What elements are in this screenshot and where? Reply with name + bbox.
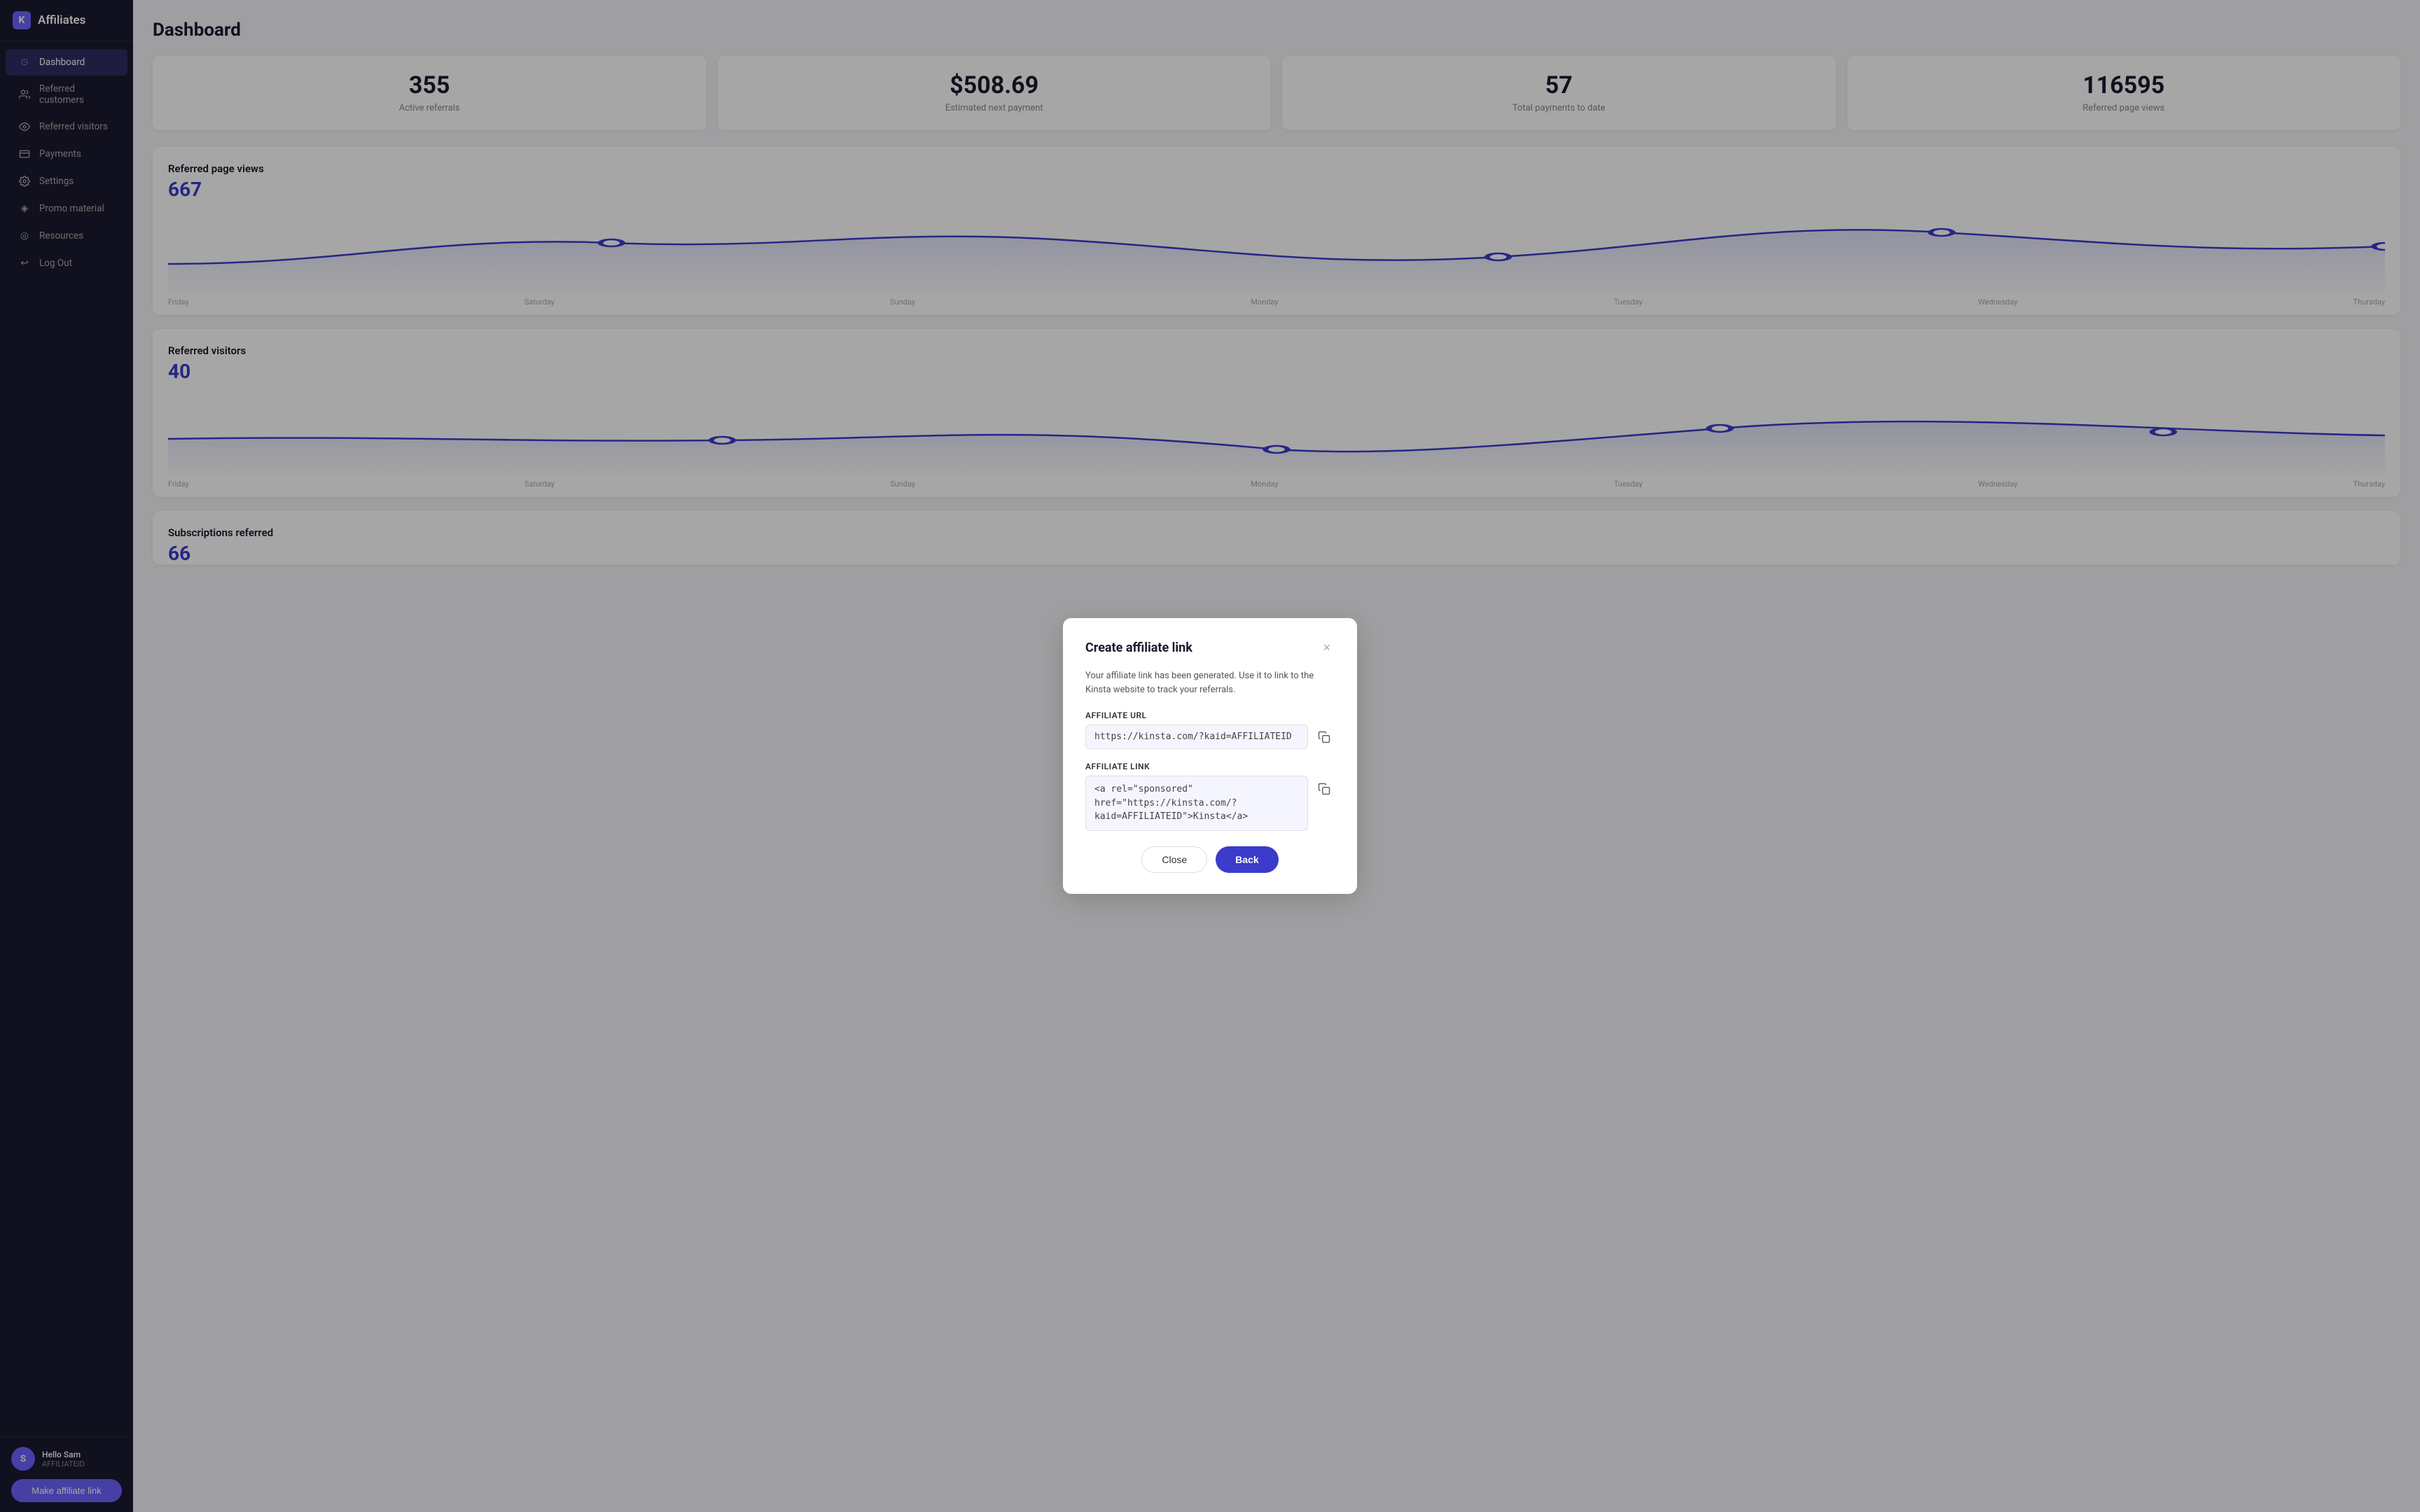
modal: Create affiliate link × Your affiliate l…	[1063, 618, 1357, 894]
modal-description: Your affiliate link has been generated. …	[1085, 669, 1335, 696]
link-field-group: Affiliate link <a rel="sponsored" href="…	[1085, 762, 1335, 831]
modal-title: Create affiliate link	[1085, 640, 1192, 655]
modal-close-button[interactable]: ×	[1319, 639, 1335, 657]
back-button[interactable]: Back	[1216, 846, 1278, 873]
url-input-row	[1085, 724, 1335, 749]
affiliate-url-input[interactable]	[1085, 724, 1308, 749]
modal-footer: Close Back	[1085, 846, 1335, 873]
url-field-group: Affiliate URL	[1085, 710, 1335, 749]
copy-url-button[interactable]	[1314, 727, 1335, 748]
url-field-label: Affiliate URL	[1085, 710, 1335, 720]
link-input-row: <a rel="sponsored" href="https://kinsta.…	[1085, 776, 1335, 831]
modal-overlay[interactable]: Create affiliate link × Your affiliate l…	[0, 0, 2420, 1512]
copy-link-button[interactable]	[1314, 778, 1335, 799]
modal-header: Create affiliate link ×	[1085, 639, 1335, 657]
affiliate-link-textarea[interactable]: <a rel="sponsored" href="https://kinsta.…	[1085, 776, 1308, 831]
close-button[interactable]: Close	[1141, 846, 1207, 873]
link-field-label: Affiliate link	[1085, 762, 1335, 771]
